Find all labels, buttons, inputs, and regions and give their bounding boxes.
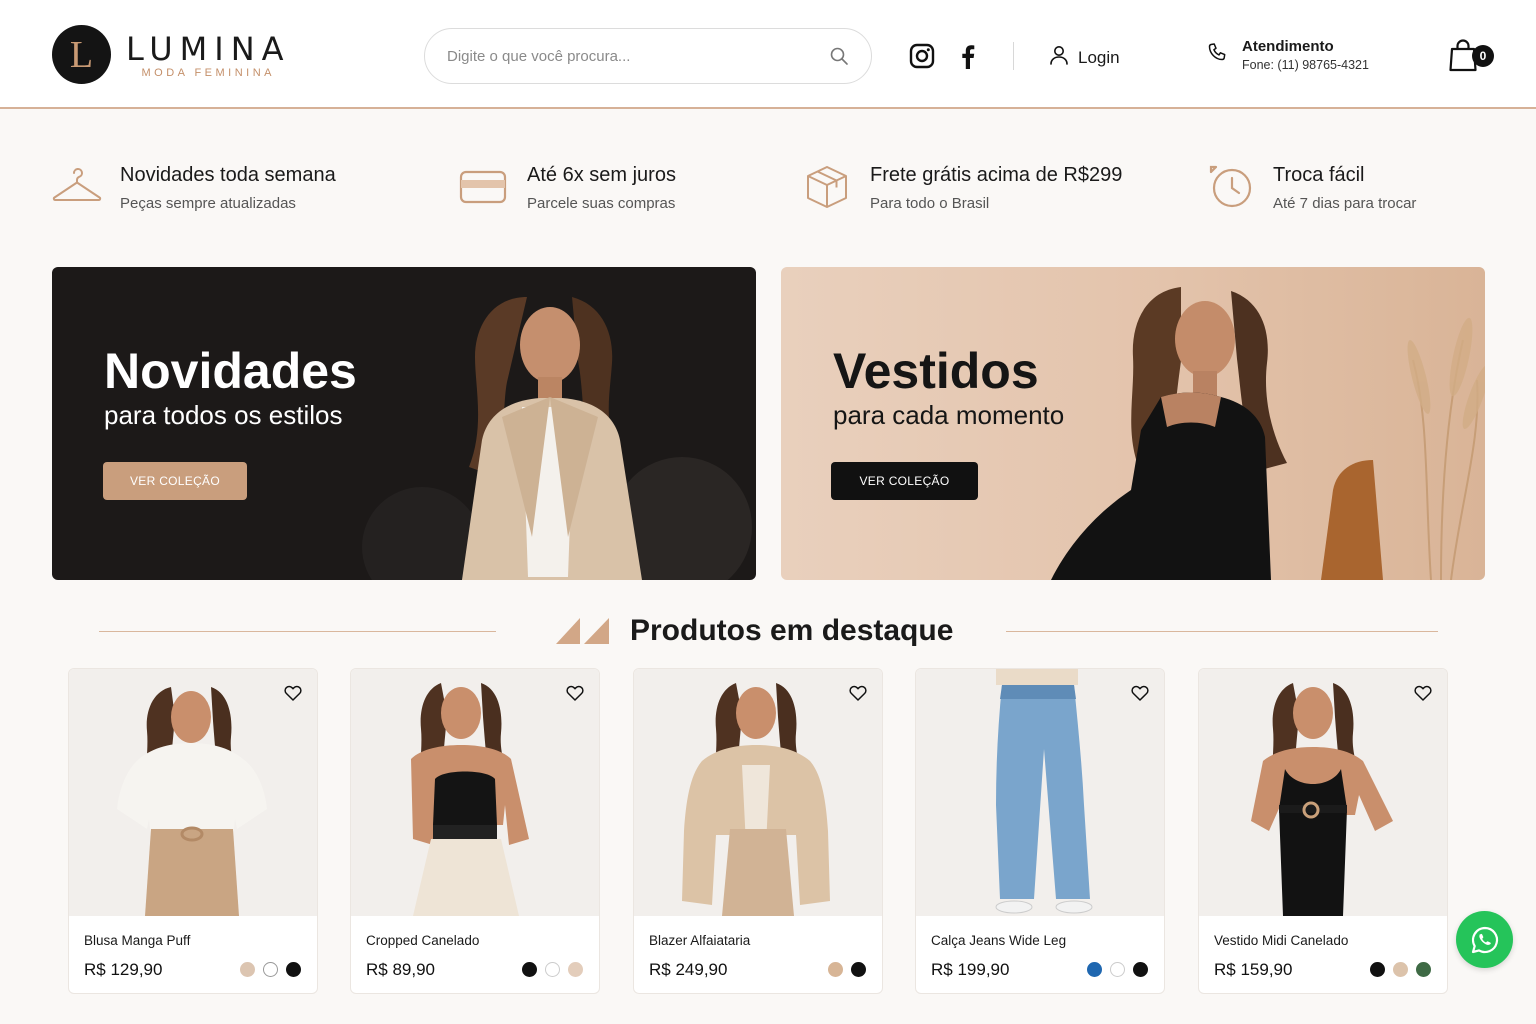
color-swatches bbox=[1370, 962, 1431, 977]
color-swatch[interactable] bbox=[240, 962, 255, 977]
color-swatch[interactable] bbox=[522, 962, 537, 977]
banner-model-image bbox=[1051, 287, 1485, 580]
header-divider bbox=[1013, 42, 1014, 70]
product-price: R$ 249,90 bbox=[649, 960, 728, 979]
benefit-subtitle: Para todo o Brasil bbox=[870, 195, 990, 212]
benefit-subtitle: Parcele suas compras bbox=[527, 195, 676, 212]
heart-icon[interactable] bbox=[1128, 681, 1152, 705]
clock-icon bbox=[1203, 160, 1257, 214]
product-name: Vestido Midi Canelado bbox=[1214, 933, 1349, 948]
benefit-title: Até 6x sem juros bbox=[527, 164, 676, 186]
whatsapp-button[interactable] bbox=[1456, 911, 1513, 968]
color-swatch[interactable] bbox=[1133, 962, 1148, 977]
user-icon bbox=[1048, 44, 1070, 71]
heart-icon[interactable] bbox=[563, 681, 587, 705]
benefit-title: Frete grátis acima de R$299 bbox=[870, 164, 1123, 186]
search-icon[interactable] bbox=[829, 46, 849, 66]
product-name: Blusa Manga Puff bbox=[84, 933, 191, 948]
color-swatch[interactable] bbox=[1393, 962, 1408, 977]
banner-title: Novidades bbox=[104, 343, 357, 399]
support-contact[interactable]: Atendimento Fone: (11) 98765-4321 bbox=[1206, 38, 1369, 72]
benefit-easy-exchange: Troca fácil Até 7 dias para trocar bbox=[1203, 160, 1416, 214]
login-label: Login bbox=[1078, 47, 1120, 67]
benefit-installments: Até 6x sem juros Parcele suas compras bbox=[457, 160, 676, 214]
color-swatch[interactable] bbox=[263, 962, 278, 977]
brand-name: LUMINA bbox=[126, 29, 291, 68]
heart-icon[interactable] bbox=[846, 681, 870, 705]
banner-novidades[interactable]: Novidades para todos os estilos VER COLE… bbox=[52, 267, 756, 580]
section-divider-right bbox=[1006, 631, 1438, 632]
banner-title: Vestidos bbox=[833, 343, 1039, 399]
product-name: Blazer Alfaiataria bbox=[649, 933, 751, 948]
product-card[interactable]: Vestido Midi Canelado R$ 159,90 bbox=[1198, 668, 1448, 994]
support-phone: Fone: (11) 98765-4321 bbox=[1242, 58, 1369, 72]
hanger-icon bbox=[50, 160, 104, 214]
login-link[interactable]: Login bbox=[1048, 44, 1120, 71]
product-name: Cropped Canelado bbox=[366, 933, 480, 948]
benefit-new-arrivals: Novidades toda semana Peças sempre atual… bbox=[50, 160, 336, 214]
color-swatch[interactable] bbox=[851, 962, 866, 977]
benefit-title: Troca fácil bbox=[1273, 164, 1365, 186]
support-title: Atendimento bbox=[1242, 38, 1334, 55]
color-swatch[interactable] bbox=[568, 962, 583, 977]
logo-badge: L bbox=[52, 25, 111, 84]
color-swatch[interactable] bbox=[1416, 962, 1431, 977]
product-price: R$ 199,90 bbox=[931, 960, 1010, 979]
brand-logo[interactable]: L LUMINA MODA FEMININA bbox=[52, 25, 291, 84]
product-price: R$ 159,90 bbox=[1214, 960, 1293, 979]
view-collection-button[interactable]: VER COLEÇÃO bbox=[831, 462, 978, 500]
section-divider-left bbox=[99, 631, 496, 632]
heart-icon[interactable] bbox=[281, 681, 305, 705]
color-swatch[interactable] bbox=[828, 962, 843, 977]
view-collection-button[interactable]: VER COLEÇÃO bbox=[103, 462, 247, 500]
product-card[interactable]: Blazer Alfaiataria R$ 249,90 bbox=[633, 668, 883, 994]
phone-icon bbox=[1206, 41, 1230, 70]
box-icon bbox=[800, 160, 854, 214]
product-image[interactable] bbox=[634, 669, 882, 916]
product-card[interactable]: Calça Jeans Wide Leg R$ 199,90 bbox=[915, 668, 1165, 994]
product-price: R$ 89,90 bbox=[366, 960, 435, 979]
instagram-icon[interactable] bbox=[908, 42, 936, 70]
benefit-subtitle: Peças sempre atualizadas bbox=[120, 195, 296, 212]
benefit-subtitle: Até 7 dias para trocar bbox=[1273, 195, 1417, 212]
search-bar bbox=[424, 28, 872, 84]
color-swatch[interactable] bbox=[1087, 962, 1102, 977]
benefit-title: Novidades toda semana bbox=[120, 164, 336, 186]
section-ornament-icon bbox=[556, 618, 609, 644]
product-price: R$ 129,90 bbox=[84, 960, 163, 979]
banner-vestidos[interactable]: Vestidos para cada momento VER COLEÇÃO bbox=[781, 267, 1485, 580]
product-name: Calça Jeans Wide Leg bbox=[931, 933, 1067, 948]
color-swatch[interactable] bbox=[1110, 962, 1125, 977]
search-input[interactable] bbox=[447, 47, 829, 65]
color-swatch[interactable] bbox=[286, 962, 301, 977]
cart-count-badge: 0 bbox=[1472, 45, 1494, 67]
product-card[interactable]: Cropped Canelado R$ 89,90 bbox=[350, 668, 600, 994]
benefit-free-shipping: Frete grátis acima de R$299 Para todo o … bbox=[800, 160, 1122, 214]
product-image[interactable] bbox=[69, 669, 317, 916]
color-swatch[interactable] bbox=[545, 962, 560, 977]
product-image[interactable] bbox=[916, 669, 1164, 916]
banner-model-image bbox=[362, 297, 752, 580]
credit-card-icon bbox=[457, 160, 511, 214]
color-swatches bbox=[240, 962, 301, 977]
product-image[interactable] bbox=[1199, 669, 1447, 916]
whatsapp-icon bbox=[1469, 924, 1501, 956]
section-title: Produtos em destaque bbox=[630, 614, 954, 647]
product-image[interactable] bbox=[351, 669, 599, 916]
color-swatches bbox=[1087, 962, 1148, 977]
color-swatches bbox=[522, 962, 583, 977]
banner-subtitle: para todos os estilos bbox=[104, 400, 343, 430]
product-card[interactable]: Blusa Manga Puff R$ 129,90 bbox=[68, 668, 318, 994]
color-swatch[interactable] bbox=[1370, 962, 1385, 977]
heart-icon[interactable] bbox=[1411, 681, 1435, 705]
color-swatches bbox=[828, 962, 866, 977]
facebook-icon[interactable] bbox=[954, 42, 982, 70]
brand-tagline: MODA FEMININA bbox=[141, 66, 276, 79]
site-header: L LUMINA MODA FEMININA Login Atendimento… bbox=[0, 0, 1536, 109]
banner-subtitle: para cada momento bbox=[833, 400, 1065, 430]
cart-button[interactable]: 0 bbox=[1448, 38, 1494, 74]
